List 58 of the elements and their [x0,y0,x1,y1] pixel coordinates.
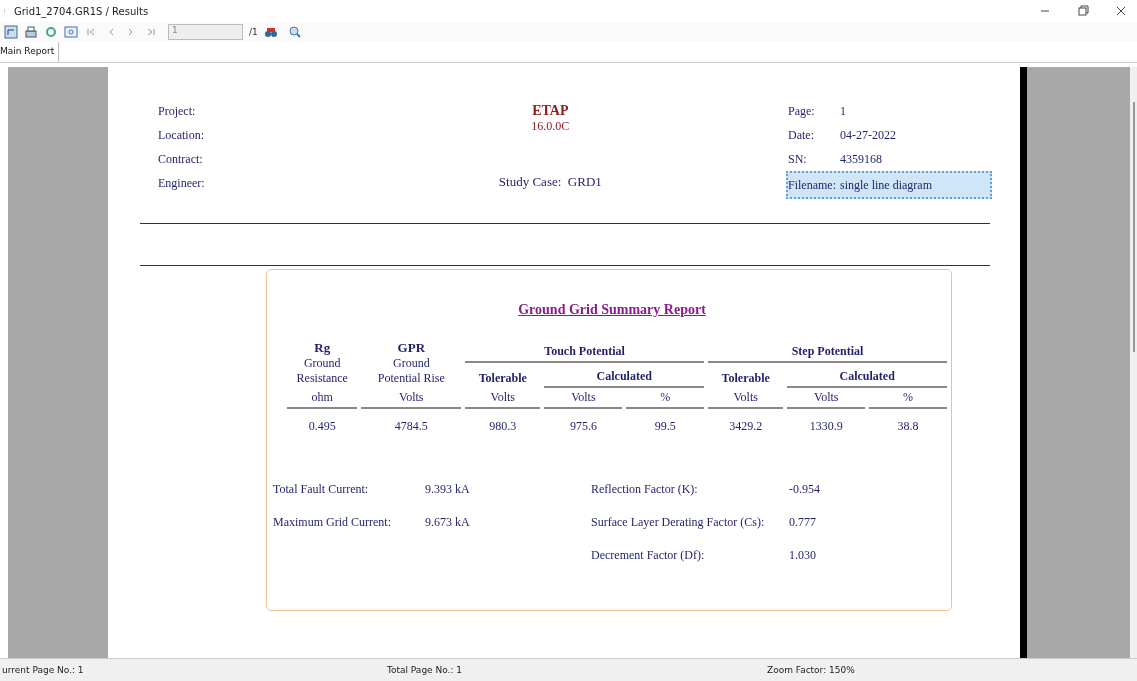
unit-header: ohm [287,388,358,409]
header-label: Location: [158,127,205,144]
table-cell-text: 38.8 [896,418,920,435]
export-icon[interactable] [4,25,18,39]
status-text: Total Page No.: 1 [385,665,464,675]
column-header: Tolerable [477,370,528,387]
result-value: -0.954 [789,482,821,497]
restore-icon[interactable] [1076,4,1090,18]
scrollbar-thumb[interactable] [1132,102,1135,352]
table-cell-text: 1330.9 [808,418,844,435]
window-title: Grid1_2704.GR1S / Results [14,5,150,17]
table-cell-text: 99.5 [653,418,677,435]
study-case: Study Case: GRD1 [498,174,602,190]
column-header: Tolerable [720,370,771,387]
unit-header: % [869,388,947,409]
unit-header: Volts [787,388,866,409]
result-label: Reflection Factor (K): [591,482,699,497]
program-name: ETAP [532,103,569,119]
header-label: Project: [158,103,197,120]
result-value: 9.673 kA [425,515,471,530]
table-cell-text: 975.6 [568,418,598,435]
page-total: /1 [249,27,258,37]
unit-header: % [626,388,705,409]
table-cell-text: 4784.5 [393,418,429,435]
result-label: Maximum Grid Current: [273,515,392,530]
status-text: urrent Page No.: 1 [1,665,85,675]
unit-header: Volts [361,388,462,409]
table-cell-text: 980.3 [488,418,518,435]
result-value: 9.393 kA [425,482,471,497]
status-text: Zoom Factor: 150% [765,665,856,675]
table-cell-text: 0.495 [307,418,337,435]
unit-header: Volts [708,388,784,409]
print-icon[interactable] [24,25,38,39]
unit-header: Volts [465,388,541,409]
unit-header: Volts [544,388,623,409]
table-cell-text: 3429.2 [728,418,764,435]
result-value: 1.030 [789,548,817,563]
result-label: Decrement Factor (Df): [591,548,706,563]
column-group-header: Touch Potential [465,338,705,363]
header-label: Engineer: [158,175,205,192]
result-label: Total Fault Current: [273,482,370,497]
result-label: Surface Layer Derating Factor (Cs): [591,515,766,530]
header-field[interactable]: Page: 1 [786,103,992,120]
program-version: 16.0.0C [531,119,570,134]
result-value: 0.777 [789,515,817,530]
header-field[interactable]: SN: 4359168 [786,151,992,168]
column-header: GPR Ground Potential Rise [376,339,446,387]
report-tab[interactable]: Main Report [0,42,60,62]
binoculars-icon[interactable] [263,25,278,39]
header-label: Contract: [158,151,204,168]
column-header: Rg Ground Resistance [295,339,349,387]
column-group-header: Step Potential [708,338,947,363]
column-header: Calculated [787,363,947,388]
header-field[interactable]: Filename: single line diagram [786,171,992,199]
column-header: Calculated [544,363,705,388]
header-field[interactable]: Date: 04-27-2022 [786,127,992,144]
close-icon[interactable] [1114,4,1128,18]
summary-title: Ground Grid Summary Report [518,302,706,318]
